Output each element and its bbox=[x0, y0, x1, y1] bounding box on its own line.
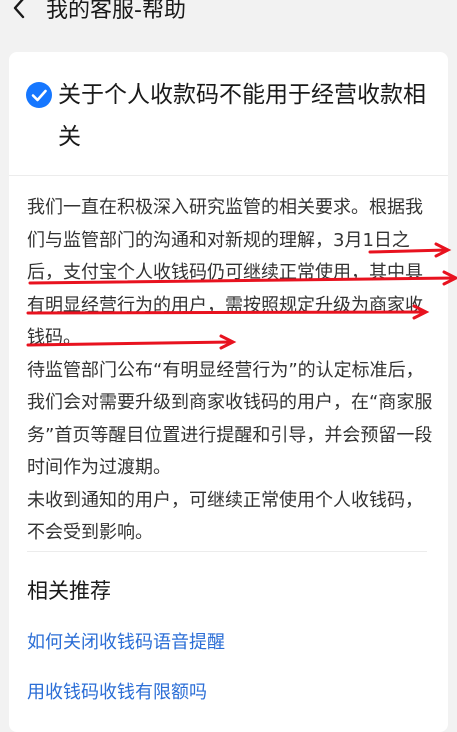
divider bbox=[27, 551, 427, 552]
page-title: 我的客服-帮助 bbox=[46, 0, 186, 23]
recommend-title: 相关推荐 bbox=[27, 579, 111, 603]
recommend-link[interactable]: 用收钱码收钱有限额吗 bbox=[27, 678, 207, 704]
chevron-left-icon bbox=[13, 0, 25, 19]
recommend-link[interactable]: 如何关闭收钱码语音提醒 bbox=[27, 628, 225, 654]
divider bbox=[9, 175, 448, 176]
article-title: 关于个人收款码不能用于经营收款相关 bbox=[58, 82, 426, 150]
article-paragraph: 未收到通知的用户，可继续正常使用个人收钱码，不会受到影响。 bbox=[27, 489, 423, 544]
article-body: 我们一直在积极深入研究监管的相关要求。根据我们与监管部门的沟通和对新规的理解，3… bbox=[27, 192, 435, 550]
article-paragraph: 我们一直在积极深入研究监管的相关要求。根据我们与监管部门的沟通和对新规的理解，3… bbox=[27, 197, 423, 348]
back-button[interactable] bbox=[8, 0, 32, 24]
article-card: 关于个人收款码不能用于经营收款相关 我们一直在积极深入研究监管的相关要求。根据我… bbox=[9, 52, 448, 732]
nav-bar: 我的客服-帮助 bbox=[0, 0, 457, 30]
article-paragraph: 待监管部门公布“有明显经营行为”的认定标准后，我们会对需要升级到商家收钱码的用户… bbox=[27, 359, 433, 479]
check-circle-icon bbox=[26, 82, 52, 108]
